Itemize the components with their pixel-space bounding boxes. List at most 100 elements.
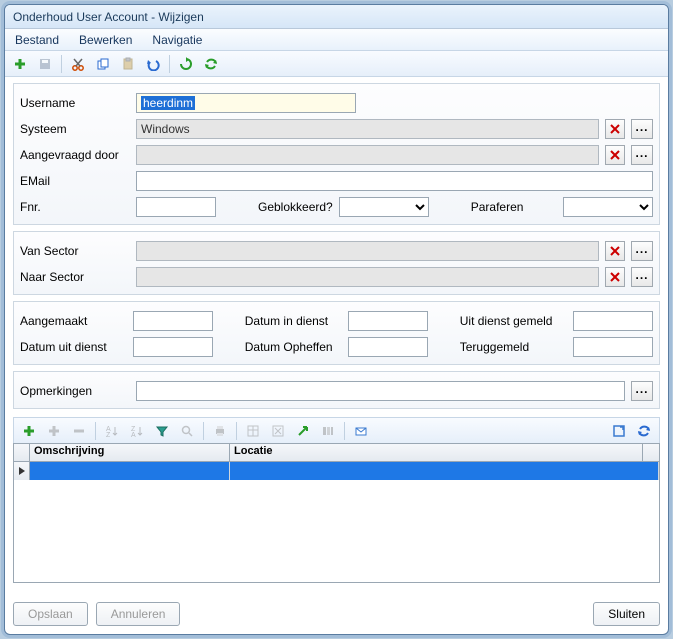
svg-text:A: A [131,432,136,438]
sort-asc-icon: AZ [101,420,123,442]
window-title: Onderhoud User Account - Wijzigen [13,10,204,24]
sort-desc-icon: ZA [126,420,148,442]
save-button: Opslaan [13,602,88,626]
refresh-icon[interactable] [175,53,197,75]
export-xls-icon [267,420,289,442]
systeem-lookup-button[interactable]: ... [631,119,653,139]
naar-sector-lookup-button[interactable]: ... [631,267,653,287]
grid-toolbar: AZ ZA [13,417,660,443]
sync-icon[interactable] [200,53,222,75]
find-icon [176,420,198,442]
form-area: Username heerdinm Systeem Windows ... Aa… [5,77,668,417]
save-icon [34,53,56,75]
fnr-field[interactable] [136,197,216,217]
separator [236,422,237,440]
aangemaakt-label: Aangemaakt [20,314,127,328]
copy-icon[interactable] [92,53,114,75]
menu-edit[interactable]: Bewerken [73,31,138,49]
maximize-icon[interactable] [608,420,630,442]
menu-nav[interactable]: Navigatie [146,31,208,49]
systeem-field[interactable]: Windows [136,119,599,139]
van-sector-lookup-button[interactable]: ... [631,241,653,261]
undo-icon[interactable] [142,53,164,75]
separator [61,55,62,73]
grid-row[interactable] [14,462,659,480]
grid-remove-icon [68,420,90,442]
menu-bar: Bestand Bewerken Navigatie [5,29,668,51]
grid-add-icon[interactable] [18,420,40,442]
panel-identity: Username heerdinm Systeem Windows ... Aa… [13,83,660,225]
reload-icon[interactable] [633,420,655,442]
aangevraagd-label: Aangevraagd door [20,148,130,162]
uit-dienst-gemeld-label: Uit dienst gemeld [460,314,567,328]
add-icon[interactable] [9,53,31,75]
row-indicator-icon [14,462,30,480]
export-csv-icon [242,420,264,442]
data-grid[interactable]: Omschrijving Locatie [13,443,660,583]
app-window: Onderhoud User Account - Wijzigen Bestan… [4,4,669,635]
datum-uit-dienst-field[interactable] [133,337,213,357]
van-sector-clear-button[interactable] [605,241,625,261]
opmerkingen-label: Opmerkingen [20,384,130,398]
van-sector-label: Van Sector [20,244,130,258]
cell-locatie[interactable] [230,462,659,480]
systeem-label: Systeem [20,122,130,136]
print-icon [209,420,231,442]
separator [95,422,96,440]
separator [344,422,345,440]
main-toolbar [5,51,668,77]
paraferen-combo[interactable] [563,197,653,217]
username-value: heerdinm [141,96,195,110]
separator [169,55,170,73]
cell-omschrijving[interactable] [30,462,230,480]
naar-sector-field[interactable] [136,267,599,287]
datum-in-dienst-field[interactable] [348,311,428,331]
geblokkeerd-label: Geblokkeerd? [258,200,333,214]
grid-body[interactable] [14,462,659,582]
paraferen-label: Paraferen [471,200,524,214]
geblokkeerd-combo[interactable] [339,197,429,217]
panel-sector: Van Sector ... Naar Sector ... [13,231,660,295]
naar-sector-clear-button[interactable] [605,267,625,287]
teruggemeld-label: Teruggemeld [460,340,567,354]
datum-in-dienst-label: Datum in dienst [245,314,343,328]
datum-uit-dienst-label: Datum uit dienst [20,340,127,354]
separator [203,422,204,440]
aangemaakt-field[interactable] [133,311,213,331]
menu-file[interactable]: Bestand [9,31,65,49]
grid-col-omschrijving[interactable]: Omschrijving [30,444,230,461]
aangevraagd-lookup-button[interactable]: ... [631,145,653,165]
van-sector-field[interactable] [136,241,599,261]
close-button[interactable]: Sluiten [593,602,660,626]
svg-text:Z: Z [106,432,111,438]
systeem-clear-button[interactable] [605,119,625,139]
cut-icon[interactable] [67,53,89,75]
mail-icon[interactable] [350,420,372,442]
fnr-label: Fnr. [20,200,130,214]
teruggemeld-field[interactable] [573,337,653,357]
grid-scroll-head [643,444,659,461]
panel-dates: Aangemaakt Datum in dienst Uit dienst ge… [13,301,660,365]
aangevraagd-field[interactable] [136,145,599,165]
opmerkingen-expand-button[interactable]: ... [631,381,653,401]
naar-sector-label: Naar Sector [20,270,130,284]
panel-remarks: Opmerkingen ... [13,371,660,409]
uit-dienst-gemeld-field[interactable] [573,311,653,331]
filter-icon[interactable] [151,420,173,442]
email-label: EMail [20,174,130,188]
grid-corner [14,444,30,461]
opmerkingen-field[interactable] [136,381,625,401]
grid-header: Omschrijving Locatie [14,444,659,462]
datum-opheffen-label: Datum Opheffen [245,340,343,354]
bottom-bar: Opslaan Annuleren Sluiten [5,583,668,634]
cancel-button: Annuleren [96,602,181,626]
username-field[interactable]: heerdinm [136,93,356,113]
paste-icon [117,53,139,75]
email-field[interactable] [136,171,653,191]
datum-opheffen-field[interactable] [348,337,428,357]
goto-icon[interactable] [292,420,314,442]
columns-icon [317,420,339,442]
username-label: Username [20,96,130,110]
grid-col-locatie[interactable]: Locatie [230,444,643,461]
aangevraagd-clear-button[interactable] [605,145,625,165]
